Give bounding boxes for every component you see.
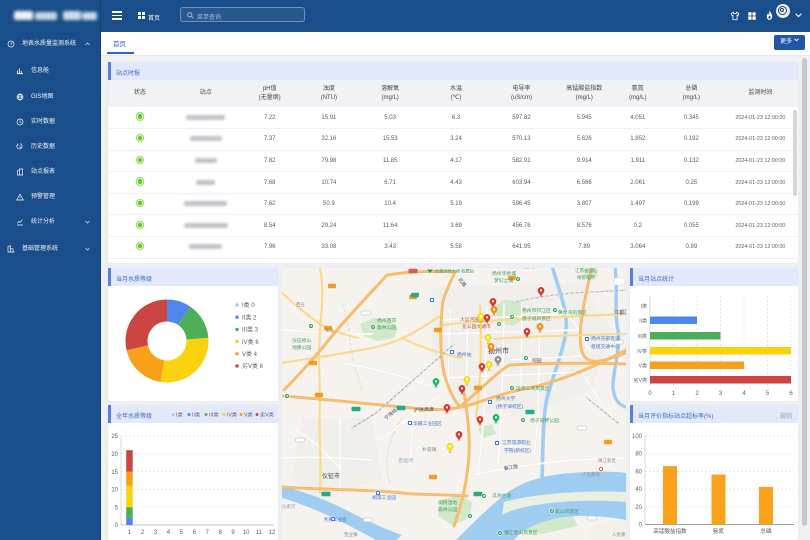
svg-text:3: 3 [719,391,723,397]
svg-text:枢纽交通中心: 枢纽交通中心 [591,343,620,350]
svg-text:8: 8 [219,530,223,536]
svg-text:10: 10 [111,488,118,494]
svg-text:唐子城风景区: 唐子城风景区 [522,315,551,322]
svg-text:II类: II类 [639,318,647,325]
svg-text:扬州东部客运: 扬州东部客运 [591,335,620,342]
svg-text:III类: III类 [638,333,647,340]
svg-text:5: 5 [766,391,770,397]
svg-text:黄泵湾风景区: 黄泵湾风景区 [558,309,587,316]
svg-text:仪征捺山: 仪征捺山 [292,337,311,344]
svg-text:江都区: 江都区 [614,309,626,316]
svg-text:仪征市: 仪征市 [322,472,340,480]
svg-text:2: 2 [695,391,699,397]
svg-text:胡浦工业园: 胡浦工业园 [372,494,396,501]
svg-text:森林公园: 森林公园 [377,324,396,331]
svg-text:I类: I类 [641,303,647,310]
svg-text:V类: V类 [639,363,647,370]
svg-text:7: 7 [206,530,210,536]
svg-text:朴席镇: 朴席镇 [422,446,437,453]
svg-text:20: 20 [635,505,642,511]
svg-text:II类: II类 [192,410,200,418]
svg-text:地质公园: 地质公园 [292,344,311,351]
svg-text:焦山风景区: 焦山风景区 [555,508,579,515]
svg-text:劣V类: 劣V类 [260,410,274,418]
svg-text:0: 0 [639,523,643,529]
svg-text:扬州大学: 扬州大学 [496,395,515,402]
svg-text:15: 15 [111,470,118,476]
svg-text:西庄: 西庄 [296,301,305,308]
svg-text:20: 20 [111,452,118,458]
svg-text:仪家河: 仪家河 [282,503,296,509]
svg-text:吉运河: 吉运河 [398,457,413,464]
svg-text:100: 100 [632,434,643,440]
svg-text:12: 12 [269,530,276,536]
svg-text:扬州华侨城: 扬州华侨城 [492,270,516,277]
svg-text:I类 0: I类 0 [242,301,255,309]
svg-text:IV类: IV类 [637,348,647,355]
svg-text:氨氮: 氨氮 [713,527,725,535]
svg-text:4: 4 [742,391,746,397]
svg-text:80: 80 [635,452,642,458]
svg-text:梦幻之城: 梦幻之城 [494,277,513,284]
svg-text:4: 4 [167,530,171,536]
svg-text:6: 6 [789,391,793,397]
svg-text:11: 11 [256,530,263,536]
svg-text:2: 2 [141,530,145,536]
svg-text:II类 2: II类 2 [242,313,257,321]
svg-text:扬子间野公园: 扬子间野公园 [530,417,559,424]
svg-text:镇江金山风景区: 镇江金山风景区 [504,529,538,536]
svg-text:3: 3 [154,530,158,536]
svg-text:III类: III类 [209,410,219,418]
svg-text:III类 3: III类 3 [242,326,259,334]
svg-text:运河三湾风景区: 运河三湾风景区 [516,385,550,392]
svg-text:瓜洲古道: 瓜洲古道 [492,492,511,499]
svg-text:人民路: 人民路 [612,531,626,538]
svg-text:利民工业园: 利民工业园 [324,516,347,523]
svg-text:5: 5 [115,505,119,511]
svg-text:森林公园: 森林公园 [438,506,457,513]
svg-text:劣V类 6: 劣V类 6 [242,362,264,370]
svg-text:高锰酸盐指数: 高锰酸盐指数 [653,527,687,535]
svg-text:扬州西郊: 扬州西郊 [377,317,396,324]
svg-text:润扬湿地: 润扬湿地 [438,499,457,506]
svg-text:扬州市邗江区: 扬州市邗江区 [522,307,551,314]
svg-text:何园: 何园 [532,357,542,364]
svg-text:40: 40 [635,487,642,493]
svg-text:IV类 6: IV类 6 [242,338,259,346]
svg-text:0: 0 [115,523,119,529]
svg-text:V类: V类 [244,410,253,418]
svg-text:6: 6 [193,530,197,536]
svg-text:学院(新校区): 学院(新校区) [504,447,532,454]
svg-text:I类: I类 [176,410,183,418]
svg-text:扬州站: 扬州站 [457,351,472,358]
svg-text:5: 5 [180,530,184,536]
svg-text:1: 1 [672,391,676,397]
svg-text:总磷: 总磷 [760,527,772,535]
svg-text:江苏旅游职业: 江苏旅游职业 [502,439,531,446]
svg-text:10: 10 [243,530,250,536]
svg-text:闸管理所: 闸管理所 [577,274,595,281]
svg-text:(扬子津校区): (扬子津校区) [496,403,524,410]
svg-text:IV类: IV类 [227,410,237,418]
svg-text:沪陕高速: 沪陕高速 [414,406,434,414]
svg-text:25: 25 [111,434,118,440]
svg-text:0: 0 [648,391,652,397]
svg-text:华摄工业园区: 华摄工业园区 [413,420,442,427]
svg-text:1: 1 [128,530,132,536]
svg-text:9: 9 [231,530,235,536]
svg-text:朱庄: 朱庄 [325,327,334,334]
svg-text:镇江新区: 镇江新区 [598,457,616,464]
svg-text:V类 4: V类 4 [242,350,258,358]
svg-text:60: 60 [635,469,642,475]
svg-text:人民路段: 人民路段 [582,471,600,478]
svg-text:营业镇: 营业镇 [344,531,358,538]
svg-text:劣V类: 劣V类 [634,377,647,384]
